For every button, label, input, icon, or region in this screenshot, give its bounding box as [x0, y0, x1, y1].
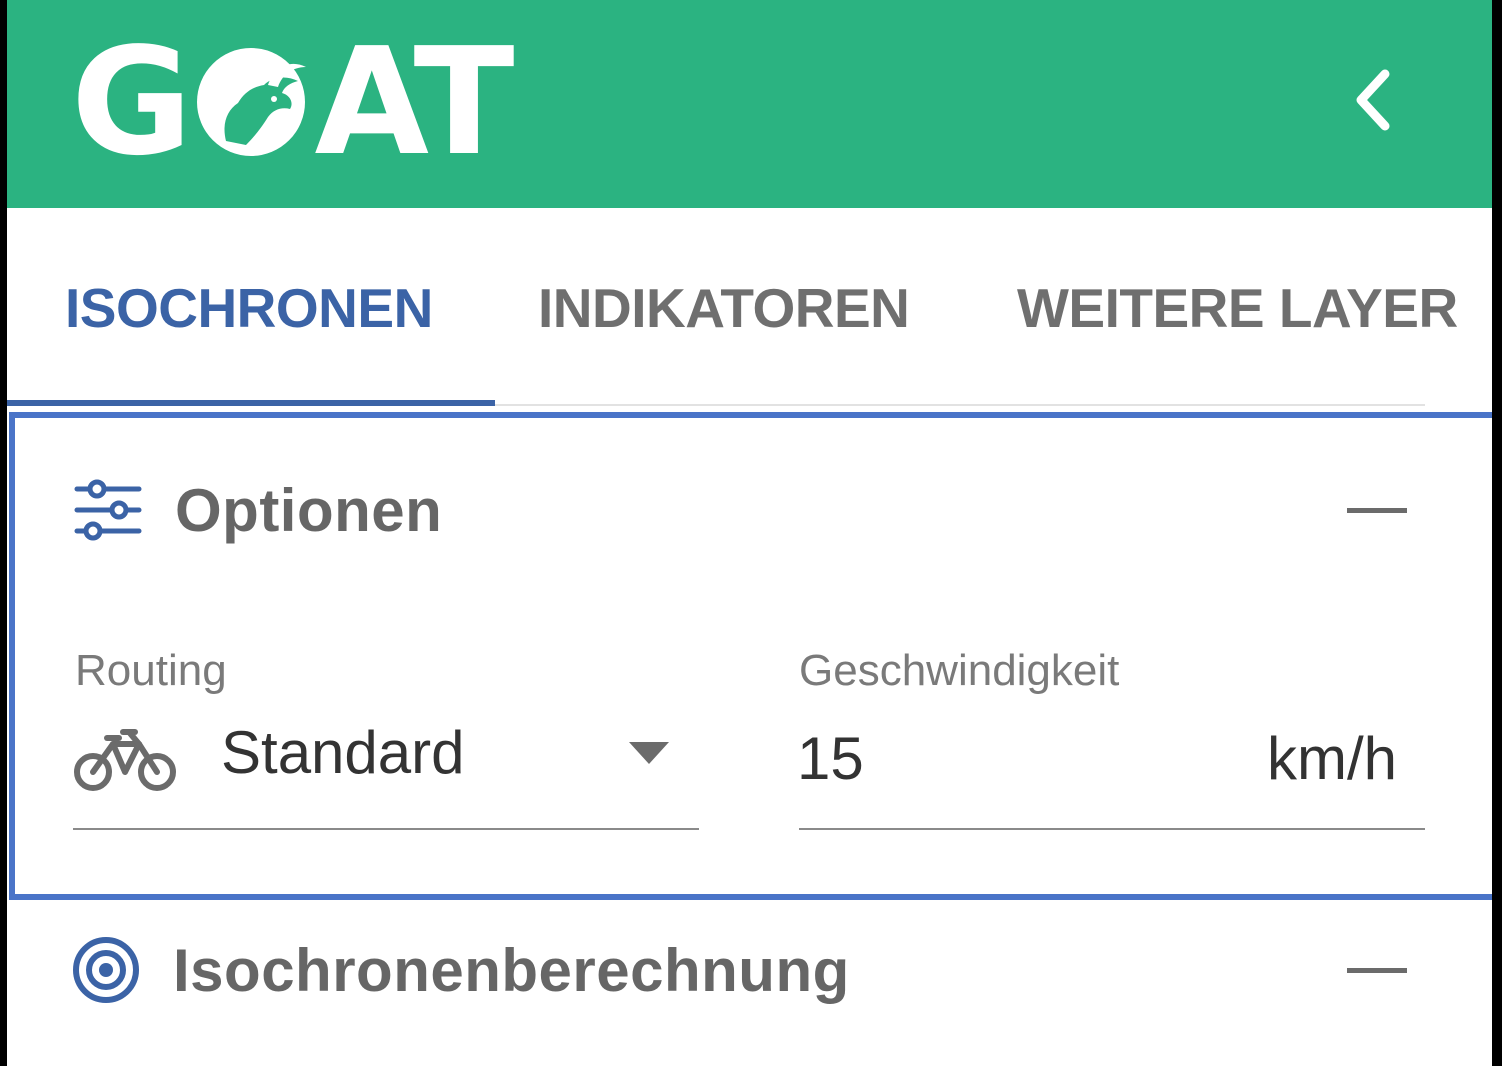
target-icon	[73, 937, 139, 1003]
chevron-left-icon	[1356, 69, 1390, 131]
app-header: G AT	[7, 0, 1492, 208]
bicycle-icon	[74, 729, 176, 791]
isochrone-calc-title: Isochronenberechnung	[173, 936, 850, 1004]
sliders-icon	[74, 479, 142, 541]
routing-underline	[73, 828, 699, 830]
tabs-divider	[495, 404, 1425, 406]
options-section: Optionen Routing Standard Geschwindigkei…	[9, 412, 1492, 900]
goat-logo: G AT	[71, 16, 515, 188]
speed-input[interactable]	[797, 718, 1197, 798]
side-panel: G AT ISOCHRONEN INDIKATOREN WEITERE LAYE…	[7, 0, 1492, 1066]
logo-letters-at: AT	[314, 16, 514, 188]
tab-weitere-layer[interactable]: WEITERE LAYER	[1017, 268, 1458, 348]
routing-label: Routing	[75, 646, 227, 695]
speed-label: Geschwindigkeit	[799, 646, 1120, 695]
speed-unit: km/h	[1267, 725, 1398, 792]
collapse-panel-button[interactable]	[1335, 60, 1415, 140]
routing-select[interactable]: Standard	[73, 708, 699, 830]
options-collapse-button[interactable]	[1347, 490, 1407, 530]
minus-icon	[1347, 968, 1407, 973]
routing-value: Standard	[221, 719, 465, 786]
active-tab-indicator	[7, 400, 495, 406]
isochrone-calc-collapse-button[interactable]	[1347, 950, 1407, 990]
isochrone-calc-header[interactable]: Isochronenberechnung	[71, 930, 850, 1010]
speed-underline	[799, 828, 1425, 830]
tab-bar: ISOCHRONEN INDIKATOREN WEITERE LAYER	[7, 208, 1492, 408]
options-header[interactable]: Optionen	[73, 470, 442, 550]
logo-letter-g: G	[71, 16, 193, 188]
tab-isochronen[interactable]: ISOCHRONEN	[65, 268, 433, 348]
tab-indikatoren[interactable]: INDIKATOREN	[538, 268, 910, 348]
minus-icon	[1347, 508, 1407, 513]
dropdown-arrow-icon	[629, 742, 669, 764]
options-title: Optionen	[175, 476, 443, 544]
goat-head-icon	[197, 48, 307, 156]
